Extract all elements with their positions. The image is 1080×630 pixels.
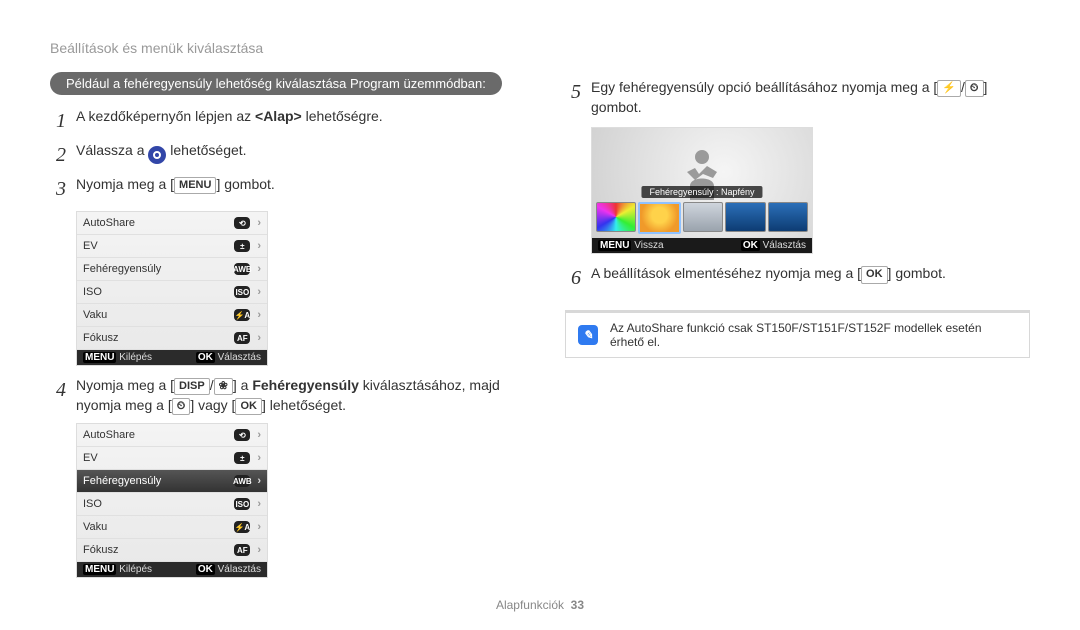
menu-key-icon: MENU xyxy=(598,240,631,251)
chevron-right-icon xyxy=(254,429,261,441)
menu-item-label: AutoShare xyxy=(83,217,135,229)
chevron-right-icon xyxy=(254,286,261,298)
info-icon: ✎ xyxy=(578,325,598,345)
menu-footer: MENU Kilépés OK Választás xyxy=(77,350,267,365)
note-text: Az AutoShare funkció csak ST150F/ST151F/… xyxy=(610,321,1017,349)
step-1: 1 A kezdőképernyőn lépjen az <Alap> lehe… xyxy=(50,107,515,135)
wb-swatch-row xyxy=(596,202,808,234)
chevron-right-icon xyxy=(254,240,261,252)
menu-key: MENU xyxy=(174,177,216,194)
step-number: 4 xyxy=(50,376,66,415)
menu-row-flash[interactable]: Vaku ⚡A xyxy=(77,516,267,539)
example-header: Például a fehéregyensúly lehetőség kivál… xyxy=(50,72,502,95)
timer-key-icon: ⏲ xyxy=(172,398,191,415)
focus-icon: AF xyxy=(234,544,250,556)
wb-swatch-auto[interactable] xyxy=(596,202,636,232)
program-mode-icon xyxy=(148,146,166,164)
focus-icon: AF xyxy=(234,332,250,344)
menu-key-icon: MENU xyxy=(83,352,116,363)
menu-row-focus[interactable]: Fókusz AF xyxy=(77,539,267,562)
page-footer: Alapfunkciók 33 xyxy=(0,598,1080,612)
wb-swatch-fluorescent-l[interactable] xyxy=(768,202,808,232)
flash-icon: ⚡A xyxy=(234,521,250,533)
step-5: 5 Egy fehéregyensúly opció beállításához… xyxy=(565,78,1030,117)
chevron-right-icon xyxy=(254,498,261,510)
step-number: 2 xyxy=(50,141,66,169)
chevron-right-icon xyxy=(254,332,261,344)
menu-row-iso[interactable]: ISO ISO xyxy=(77,281,267,304)
menu-item-label: ISO xyxy=(83,286,102,298)
flash-icon: ⚡A xyxy=(234,309,250,321)
menu-row-autoshare[interactable]: AutoShare ⟲ xyxy=(77,212,267,235)
menu-row-autoshare[interactable]: AutoShare ⟲ xyxy=(77,424,267,447)
macro-key-icon: ❀ xyxy=(214,378,233,395)
wb-selection-label: Fehéregyensúly : Napfény xyxy=(641,186,762,198)
breadcrumb: Beállítások és menük kiválasztása xyxy=(50,40,1030,56)
step-number: 1 xyxy=(50,107,66,135)
menu-row-ev[interactable]: EV ± xyxy=(77,235,267,258)
menu-item-label: ISO xyxy=(83,498,102,510)
wb-swatch-daylight[interactable] xyxy=(638,202,680,234)
menu-item-label: AutoShare xyxy=(83,429,135,441)
chevron-right-icon xyxy=(254,309,261,321)
iso-icon: ISO xyxy=(234,498,250,510)
wb-preview-image: Fehéregyensúly : Napfény xyxy=(592,128,812,238)
wb-swatch-cloudy[interactable] xyxy=(683,202,723,232)
ok-key-icon: OK xyxy=(196,564,215,575)
chevron-right-icon xyxy=(254,217,261,229)
ok-key-icon: OK xyxy=(741,240,760,251)
menu-footer: MENU Kilépés OK Választás xyxy=(77,562,267,577)
chevron-right-icon xyxy=(254,452,261,464)
menu-item-label: Vaku xyxy=(83,521,107,533)
step-3: 3 Nyomja meg a [MENU] gombot. xyxy=(50,175,515,203)
menu-row-iso[interactable]: ISO ISO xyxy=(77,493,267,516)
menu-item-label: EV xyxy=(83,452,98,464)
menu-item-label: Fehéregyensúly xyxy=(83,263,161,275)
step-4: 4 Nyomja meg a [DISP/❀] a Fehéregyensúly… xyxy=(50,376,515,415)
chevron-right-icon xyxy=(254,263,261,275)
menu-item-label: Fehéregyensúly xyxy=(83,475,161,487)
step-2: 2 Válassza a lehetőséget. xyxy=(50,141,515,169)
step-number: 6 xyxy=(565,264,581,292)
flash-key-icon: ⚡ xyxy=(937,80,961,97)
menu-row-focus[interactable]: Fókusz AF xyxy=(77,327,267,350)
menu-item-label: Vaku xyxy=(83,309,107,321)
wb-swatch-fluorescent-h[interactable] xyxy=(725,202,765,232)
iso-icon: ISO xyxy=(234,286,250,298)
note-box: ✎ Az AutoShare funkció csak ST150F/ST151… xyxy=(565,310,1030,358)
menu-panel-1: AutoShare ⟲ EV ± Fehéregyensúly AWB ISO … xyxy=(76,211,268,366)
right-column: 5 Egy fehéregyensúly opció beállításához… xyxy=(565,72,1030,588)
menu-item-label: Fókusz xyxy=(83,332,118,344)
preview-footer: MENU Vissza OK Választás xyxy=(592,238,812,253)
step-6: 6 A beállítások elmentéséhez nyomja meg … xyxy=(565,264,1030,292)
step-number: 5 xyxy=(565,78,581,117)
menu-row-ev[interactable]: EV ± xyxy=(77,447,267,470)
ok-key: OK xyxy=(861,266,888,283)
chevron-right-icon xyxy=(254,475,261,487)
ev-icon: ± xyxy=(234,240,250,252)
disp-key: DISP xyxy=(174,378,210,395)
left-column: Például a fehéregyensúly lehetőség kivál… xyxy=(50,72,515,588)
menu-row-flash[interactable]: Vaku ⚡A xyxy=(77,304,267,327)
wb-icon: AWB xyxy=(234,475,250,487)
menu-item-label: EV xyxy=(83,240,98,252)
wb-preview-panel: Fehéregyensúly : Napfény MENU Vissza OK … xyxy=(591,127,813,254)
ok-key: OK xyxy=(235,398,262,415)
menu-row-wb-selected[interactable]: Fehéregyensúly AWB xyxy=(77,470,267,493)
menu-item-label: Fókusz xyxy=(83,544,118,556)
menu-panel-2: AutoShare ⟲ EV ± Fehéregyensúly AWB ISO … xyxy=(76,423,268,578)
autoshare-icon: ⟲ xyxy=(234,217,250,229)
autoshare-icon: ⟲ xyxy=(234,429,250,441)
wb-icon: AWB xyxy=(234,263,250,275)
ok-key-icon: OK xyxy=(196,352,215,363)
ev-icon: ± xyxy=(234,452,250,464)
step-number: 3 xyxy=(50,175,66,203)
menu-key-icon: MENU xyxy=(83,564,116,575)
chevron-right-icon xyxy=(254,521,261,533)
timer-key-icon: ⏲ xyxy=(965,80,984,97)
chevron-right-icon xyxy=(254,544,261,556)
menu-row-wb[interactable]: Fehéregyensúly AWB xyxy=(77,258,267,281)
